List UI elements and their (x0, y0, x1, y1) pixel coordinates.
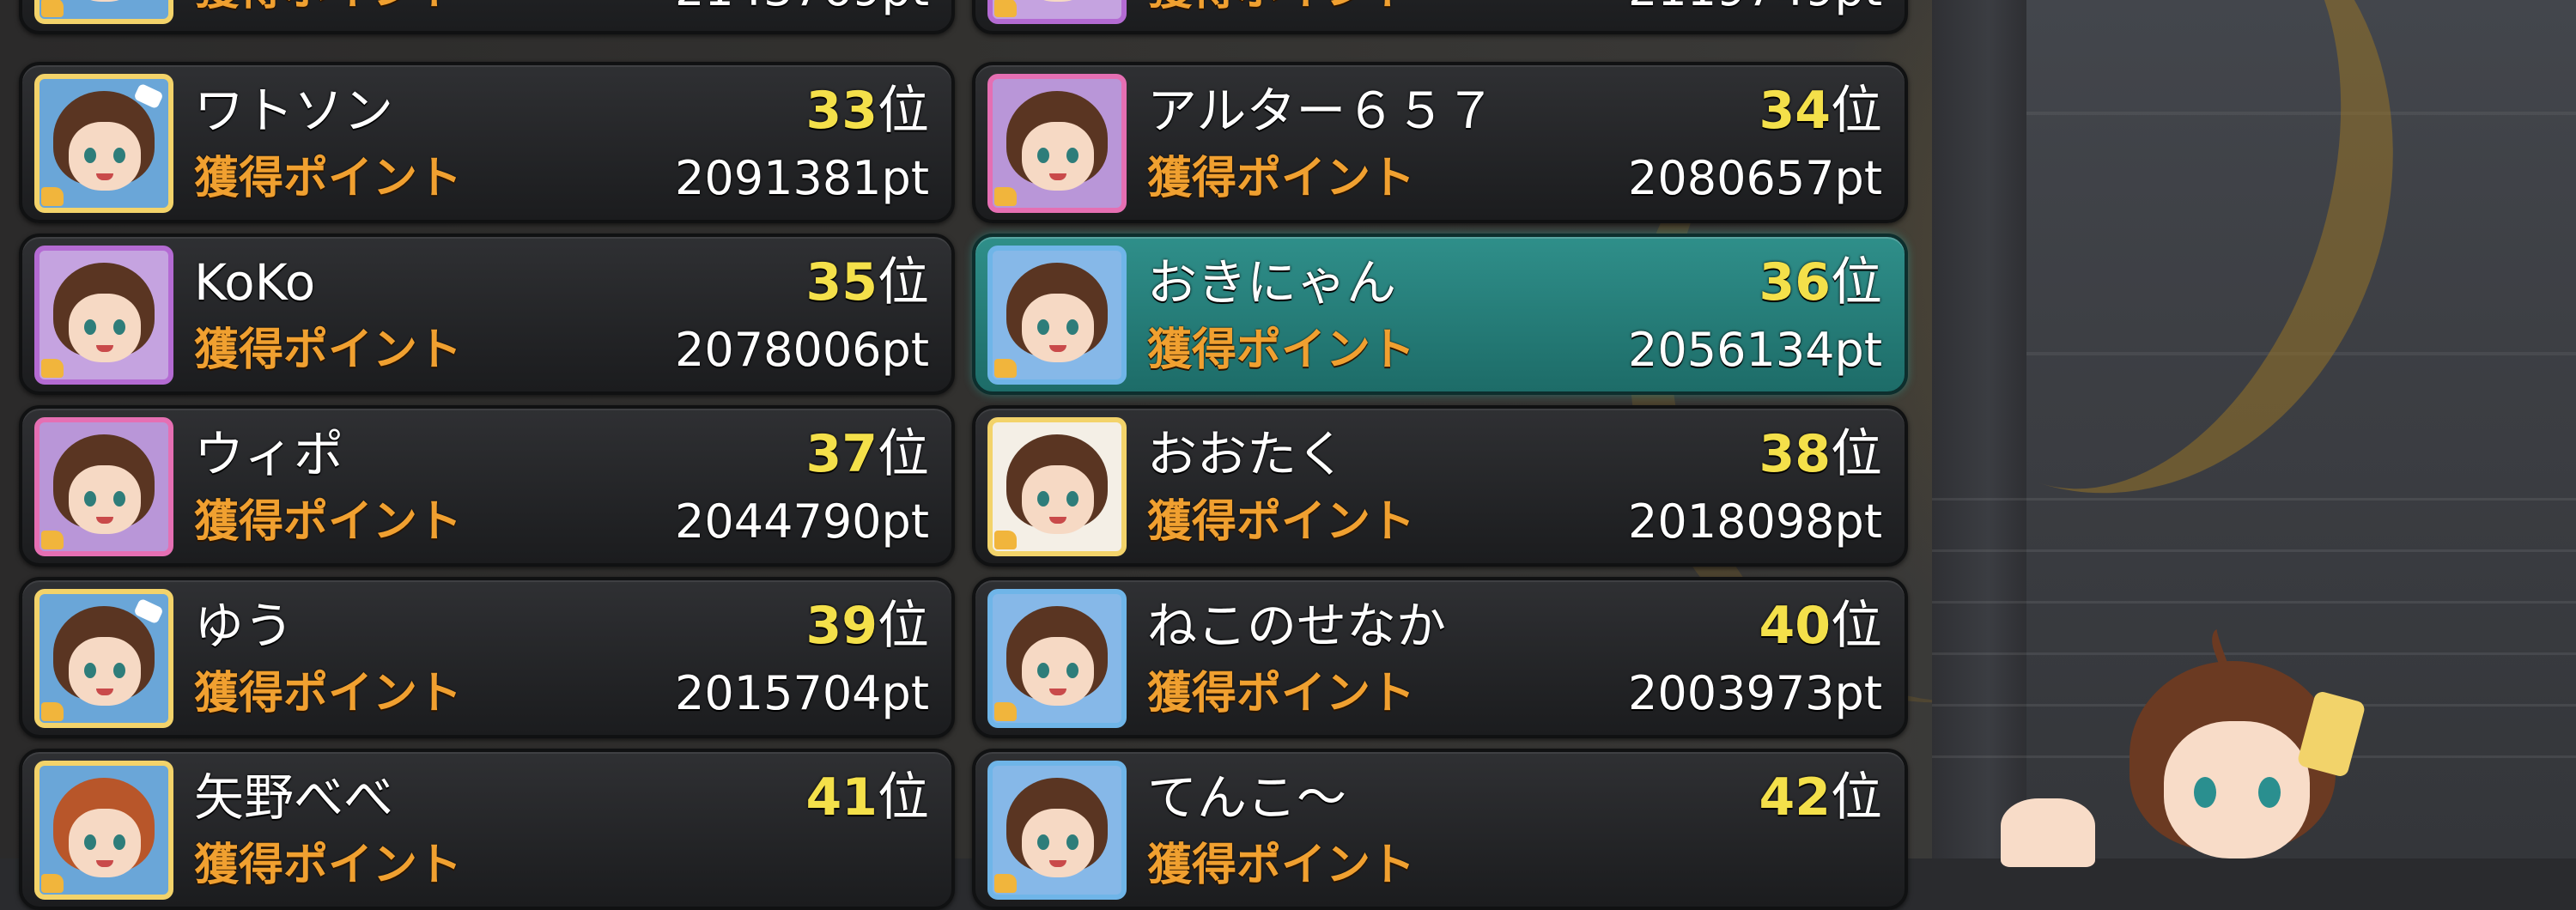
rank-position: 39位 (805, 596, 930, 656)
producer-avatar-icon (34, 246, 173, 385)
points-label: 獲得ポイント (1147, 840, 1416, 891)
player-name: 矢野べべ (194, 768, 394, 827)
points-label: 獲得ポイント (194, 153, 463, 204)
ranking-entry-34[interactable]: アルター６５７ 34位 獲得ポイント 2080657pt (972, 62, 1908, 223)
player-name: おおたく (1147, 425, 1347, 483)
producer-avatar-icon (987, 246, 1127, 385)
points-label: 獲得ポイント (1147, 325, 1416, 376)
points-label: 獲得ポイント (194, 840, 463, 891)
points-value: 2056134pt (1628, 323, 1882, 377)
points-value: 2003973pt (1628, 666, 1882, 720)
player-name: ゆう (194, 597, 295, 655)
rank-position: 33位 (805, 81, 930, 141)
player-name: てんこ～ (1147, 768, 1347, 827)
points-label: 獲得ポイント (1147, 668, 1416, 719)
ranking-entry-32[interactable]: 32位 獲得ポイント 2119749pt (972, 0, 1908, 34)
ranking-entry-39[interactable]: ゆう 39位 獲得ポイント 2015704pt (19, 577, 955, 738)
ranking-entry-41[interactable]: 矢野べべ 41位 獲得ポイント (19, 749, 955, 910)
player-name: アルター６５７ (1147, 82, 1496, 140)
rank-position: 41位 (805, 767, 930, 828)
points-label: 獲得ポイント (194, 0, 462, 17)
ranking-entry-36-highlighted[interactable]: おきにゃん 36位 獲得ポイント 2056134pt (972, 234, 1908, 395)
points-value: 2080657pt (1628, 151, 1882, 205)
producer-avatar-icon (987, 417, 1127, 556)
producer-avatar-icon (34, 74, 173, 213)
ranking-entry-33[interactable]: ワトソン 33位 獲得ポイント 2091381pt (19, 62, 955, 223)
ranking-entry-31[interactable]: 31位 獲得ポイント 2143769pt (19, 0, 955, 34)
points-label: 獲得ポイント (194, 496, 463, 548)
points-value: 2044790pt (675, 494, 929, 549)
ranking-entry-35[interactable]: KoKo 35位 獲得ポイント 2078006pt (19, 234, 955, 395)
producer-avatar-icon (987, 0, 1127, 24)
rank-position: 36位 (1759, 252, 1883, 312)
rank-position: 42位 (1759, 767, 1883, 828)
rank-position: 38位 (1759, 424, 1883, 484)
points-value: 2078006pt (675, 323, 929, 377)
player-name: ワトソン (194, 82, 394, 140)
ranking-entry-37[interactable]: ウィポ 37位 獲得ポイント 2044790pt (19, 405, 955, 567)
points-value: 2143769pt (675, 0, 929, 17)
rank-position: 37位 (805, 424, 930, 484)
rank-position: 40位 (1759, 596, 1883, 656)
player-name: おきにゃん (1147, 253, 1397, 312)
ranking-entry-40[interactable]: ねこのせなか 40位 獲得ポイント 2003973pt (972, 577, 1908, 738)
producer-avatar-icon (987, 74, 1127, 213)
points-label: 獲得ポイント (194, 325, 463, 376)
ranking-entry-38[interactable]: おおたく 38位 獲得ポイント 2018098pt (972, 405, 1908, 567)
producer-avatar-icon (34, 0, 173, 24)
idol-character-icon (2001, 623, 2387, 867)
points-label: 獲得ポイント (194, 668, 463, 719)
ranking-list: 31位 獲得ポイント 2143769pt 32位 獲得ポイント 2119749p… (0, 0, 1923, 910)
player-name: ウィポ (194, 425, 344, 483)
player-name: ねこのせなか (1147, 597, 1447, 655)
points-label: 獲得ポイント (1147, 496, 1416, 548)
points-value: 2015704pt (675, 666, 929, 720)
producer-avatar-icon (34, 589, 173, 728)
producer-avatar-icon (34, 417, 173, 556)
rank-position: 35位 (805, 252, 930, 312)
points-value: 2018098pt (1628, 494, 1882, 549)
producer-avatar-icon (34, 761, 173, 900)
points-value: 2119749pt (1628, 0, 1882, 17)
rank-position: 34位 (1759, 81, 1883, 141)
producer-avatar-icon (987, 589, 1127, 728)
points-value: 2091381pt (675, 151, 929, 205)
points-label: 獲得ポイント (1147, 0, 1415, 17)
points-label: 獲得ポイント (1147, 153, 1416, 204)
ranking-entry-42[interactable]: てんこ～ 42位 獲得ポイント (972, 749, 1908, 910)
player-name: KoKo (194, 253, 316, 312)
producer-avatar-icon (987, 761, 1127, 900)
